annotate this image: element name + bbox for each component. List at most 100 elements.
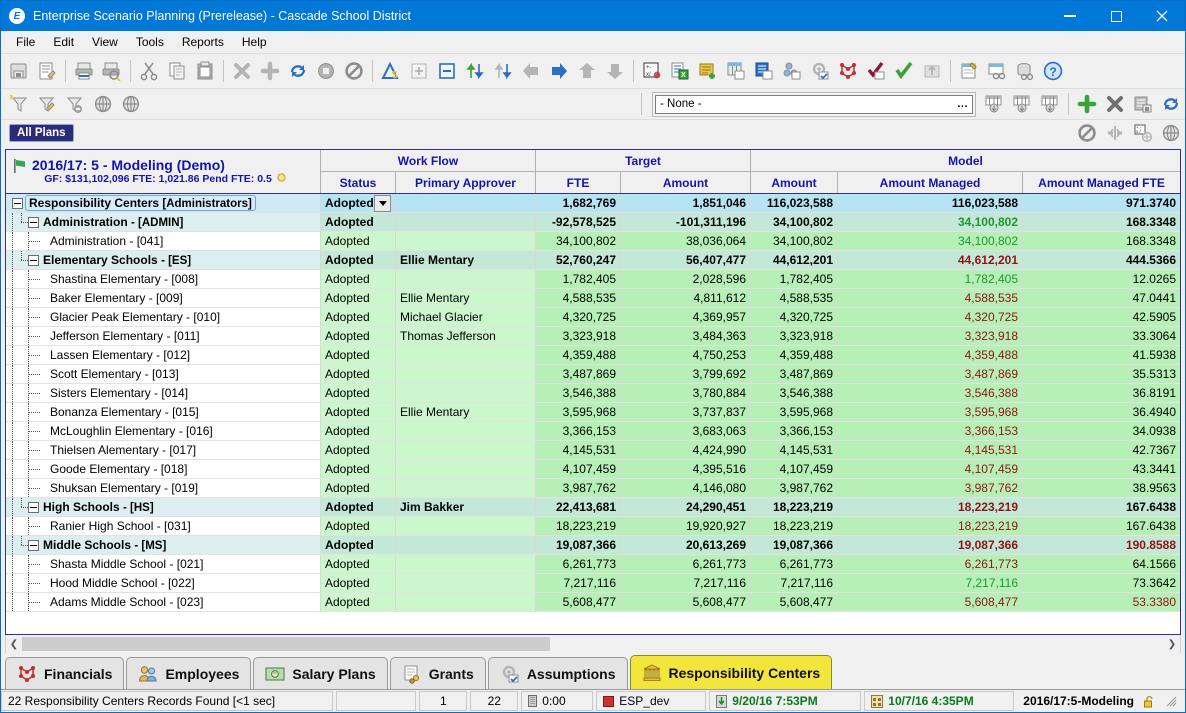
cell-amount-managed-fte[interactable]: 47.0441 <box>1023 289 1180 307</box>
cell-model-amount[interactable]: 7,217,116 <box>751 574 838 592</box>
save-db-button[interactable] <box>1129 90 1157 118</box>
cell-amount-managed-fte[interactable]: 12.0265 <box>1023 270 1180 288</box>
cell-primary-approver[interactable] <box>396 536 536 554</box>
cell-primary-approver[interactable] <box>396 346 536 364</box>
row-tree-cell[interactable]: Goode Elementary - [018] <box>6 460 321 478</box>
maximize-button[interactable] <box>1093 1 1139 31</box>
menu-item-file[interactable]: File <box>7 32 44 52</box>
cell-amount-managed[interactable]: 3,546,388 <box>838 384 1023 402</box>
cell-amount-managed[interactable]: 3,323,918 <box>838 327 1023 345</box>
cell-amount-managed[interactable]: 18,223,219 <box>838 517 1023 535</box>
cell-model-amount[interactable]: 3,366,153 <box>751 422 838 440</box>
cell-model-amount[interactable]: 44,612,201 <box>751 251 838 269</box>
new-settings-button[interactable] <box>806 57 834 85</box>
new-scenario-button[interactable] <box>834 57 862 85</box>
new-note-button[interactable] <box>694 57 722 85</box>
globe-plan-button[interactable] <box>1157 119 1185 147</box>
cell-target-fte[interactable]: 52,760,247 <box>536 251 621 269</box>
cell-model-amount[interactable]: 3,487,869 <box>751 365 838 383</box>
cell-target-amount[interactable]: 4,750,253 <box>621 346 751 364</box>
cell-target-fte[interactable]: -92,578,525 <box>536 213 621 231</box>
cell-target-fte[interactable]: 4,145,531 <box>536 441 621 459</box>
row-tree-cell[interactable]: Middle Schools - [MS] <box>6 536 321 554</box>
upload-button[interactable] <box>918 57 946 85</box>
cell-model-amount[interactable]: 6,261,773 <box>751 555 838 573</box>
cell-model-amount[interactable]: 34,100,802 <box>751 232 838 250</box>
cell-primary-approver[interactable]: Michael Glacier <box>396 308 536 326</box>
row-tree-cell[interactable]: Shasta Middle School - [021] <box>6 555 321 573</box>
tab-grants[interactable]: Grants <box>389 657 486 689</box>
cell-target-fte[interactable]: 22,413,681 <box>536 498 621 516</box>
cell-primary-approver[interactable] <box>396 422 536 440</box>
cell-model-amount[interactable]: 4,588,535 <box>751 289 838 307</box>
cell-status[interactable]: Adopted <box>321 403 396 421</box>
cell-status[interactable]: Adopted <box>321 308 396 326</box>
cell-target-fte[interactable]: 3,987,762 <box>536 479 621 497</box>
collapse-all-button[interactable] <box>433 57 461 85</box>
cell-status[interactable]: Adopted <box>321 232 396 250</box>
cell-target-fte[interactable]: 3,366,153 <box>536 422 621 440</box>
cell-amount-managed-fte[interactable]: 168.3348 <box>1023 213 1180 231</box>
row-tree-cell[interactable]: High Schools - [HS] <box>6 498 321 516</box>
table-row[interactable]: Adams Middle School - [023] Adopted 5,608,… <box>6 593 1180 612</box>
help-button[interactable]: ? <box>1039 57 1067 85</box>
approve-button[interactable] <box>890 57 918 85</box>
expander-toggle-icon[interactable] <box>28 216 39 228</box>
cell-target-amount[interactable]: 4,146,080 <box>621 479 751 497</box>
cell-amount-managed[interactable]: 4,145,531 <box>838 441 1023 459</box>
cell-amount-managed[interactable]: 1,782,405 <box>838 270 1023 288</box>
tab-employees[interactable]: Employees <box>126 657 252 689</box>
cell-target-fte[interactable]: 3,546,388 <box>536 384 621 402</box>
cell-target-fte[interactable]: 3,487,869 <box>536 365 621 383</box>
calc-grid-button[interactable]: + -x / <box>1129 119 1157 147</box>
cell-status[interactable]: Adopted <box>321 251 396 269</box>
cell-target-fte[interactable]: 1,682,769 <box>536 194 621 212</box>
nav-forward-button[interactable] <box>545 57 573 85</box>
cell-status[interactable]: Adopted <box>321 441 396 459</box>
cell-primary-approver[interactable] <box>396 460 536 478</box>
cell-target-amount[interactable]: 19,920,927 <box>621 517 751 535</box>
cell-target-amount[interactable]: 4,369,957 <box>621 308 751 326</box>
cell-target-fte[interactable]: 4,359,488 <box>536 346 621 364</box>
cell-model-amount[interactable]: 3,595,968 <box>751 403 838 421</box>
row-tree-cell[interactable]: Administration - [041] <box>6 232 321 250</box>
sort-up-down-button[interactable] <box>461 57 489 85</box>
tab-salary-plans[interactable]: Salary Plans <box>253 657 388 689</box>
cell-status[interactable]: Adopted <box>321 498 396 516</box>
table-row[interactable]: Shuksan Elementary - [019] Adopted 3,987,7… <box>6 479 1180 498</box>
cell-amount-managed-fte[interactable]: 73.3642 <box>1023 574 1180 592</box>
row-tree-cell[interactable]: Shuksan Elementary - [019] <box>6 479 321 497</box>
cell-amount-managed[interactable]: 4,359,488 <box>838 346 1023 364</box>
add-button[interactable] <box>256 57 284 85</box>
cell-target-fte[interactable]: 6,261,773 <box>536 555 621 573</box>
cell-amount-managed[interactable]: 5,608,477 <box>838 593 1023 611</box>
table-row[interactable]: Bonanza Elementary - [015] Adopted Ellie M… <box>6 403 1180 422</box>
scenario-browse-button[interactable]: ... <box>953 98 972 110</box>
menu-item-help[interactable]: Help <box>233 32 276 52</box>
cell-model-amount[interactable]: 4,359,488 <box>751 346 838 364</box>
cell-target-fte[interactable]: 4,107,459 <box>536 460 621 478</box>
cell-target-amount[interactable]: 3,683,063 <box>621 422 751 440</box>
cell-amount-managed-fte[interactable]: 167.6438 <box>1023 517 1180 535</box>
expander-toggle-icon[interactable] <box>28 539 39 551</box>
grid-down-1-button[interactable] <box>980 90 1008 118</box>
find-table-button[interactable] <box>983 57 1011 85</box>
menu-item-view[interactable]: View <box>83 32 127 52</box>
resize-grip-icon[interactable] <box>1165 695 1177 707</box>
cell-model-amount[interactable]: 3,546,388 <box>751 384 838 402</box>
new-worksheet-button[interactable] <box>722 57 750 85</box>
cell-amount-managed-fte[interactable]: 35.5313 <box>1023 365 1180 383</box>
cell-amount-managed[interactable]: 3,366,153 <box>838 422 1023 440</box>
cell-amount-managed[interactable]: 4,320,725 <box>838 308 1023 326</box>
cell-amount-managed-fte[interactable]: 167.6438 <box>1023 498 1180 516</box>
cell-status[interactable]: Adopted <box>321 479 396 497</box>
menu-item-reports[interactable]: Reports <box>173 32 233 52</box>
row-tree-cell[interactable]: Sisters Elementary - [014] <box>6 384 321 402</box>
cell-model-amount[interactable]: 34,100,802 <box>751 213 838 231</box>
new-query-button[interactable] <box>955 57 983 85</box>
scrollbar-thumb[interactable] <box>22 637 550 651</box>
cell-target-fte[interactable]: 18,223,219 <box>536 517 621 535</box>
cell-primary-approver[interactable] <box>396 555 536 573</box>
expand-all-button[interactable] <box>405 57 433 85</box>
cell-target-fte[interactable]: 4,588,535 <box>536 289 621 307</box>
